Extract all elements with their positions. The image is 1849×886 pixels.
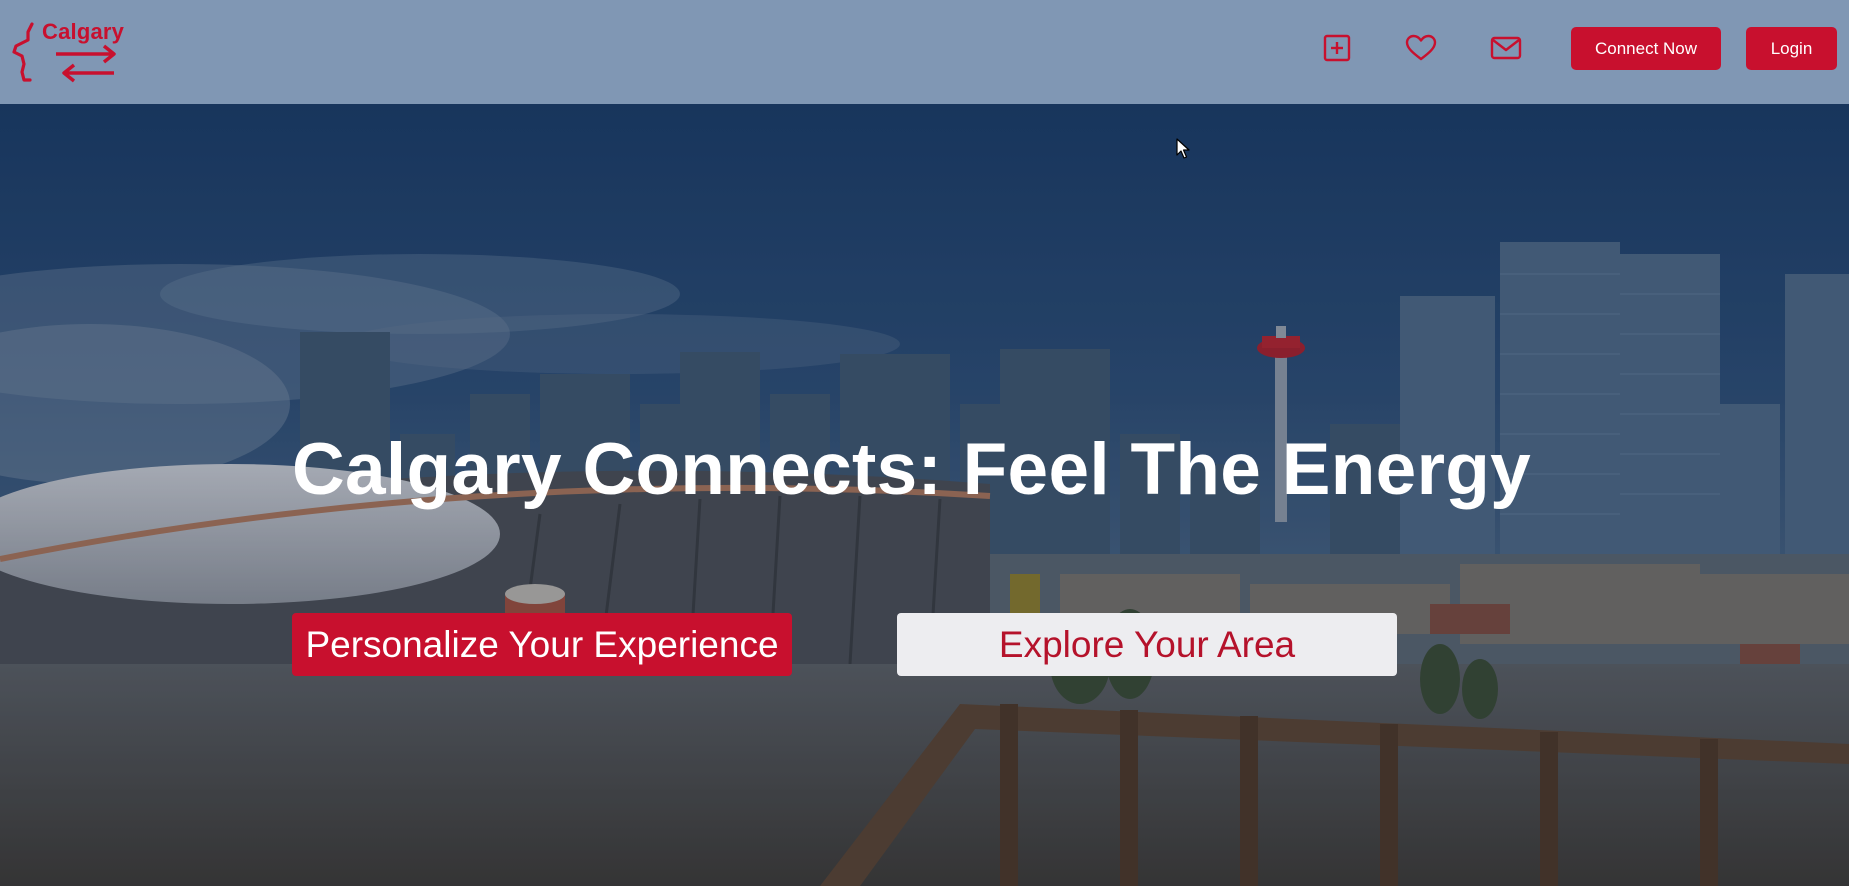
heart-icon	[1405, 34, 1437, 61]
messages-button[interactable]	[1487, 29, 1525, 67]
favorites-button[interactable]	[1402, 29, 1440, 67]
login-button[interactable]: Login	[1746, 27, 1837, 70]
logo-text: Calgary	[42, 19, 125, 44]
personalize-experience-button[interactable]: Personalize Your Experience	[292, 613, 792, 676]
top-nav-bar: Calgary Connect Now Login	[0, 0, 1849, 104]
envelope-icon	[1490, 36, 1522, 60]
mouse-cursor-icon	[1176, 138, 1190, 159]
add-button[interactable]	[1318, 29, 1356, 67]
connect-now-button[interactable]: Connect Now	[1571, 27, 1721, 70]
explore-area-button[interactable]: Explore Your Area	[897, 613, 1397, 676]
plus-square-icon	[1323, 34, 1351, 62]
hero-title: Calgary Connects: Feel The Energy	[292, 429, 1532, 510]
hero-section: Calgary Connects: Feel The Energy Person…	[0, 104, 1849, 886]
calgary-logo[interactable]: Calgary	[10, 18, 140, 84]
page: Calgary Connect Now Login Calgary Connec…	[0, 0, 1849, 886]
